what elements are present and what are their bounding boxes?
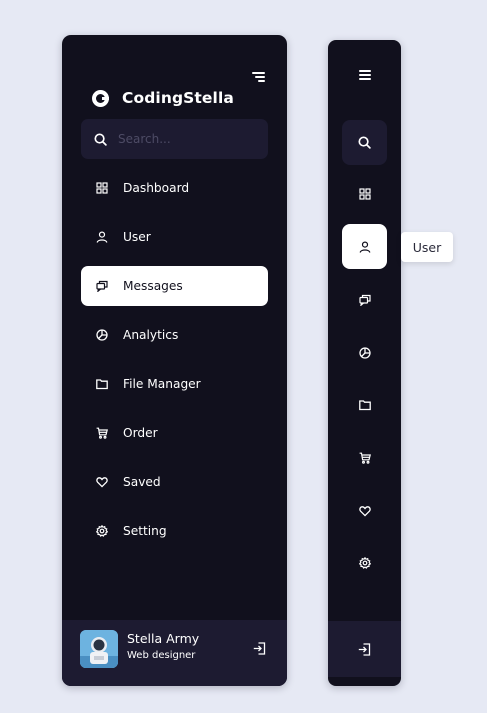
- collapsed-sidebar: [328, 40, 401, 686]
- nav-label-setting: Setting: [123, 524, 167, 538]
- heart-icon: [96, 476, 108, 488]
- logout-icon[interactable]: [358, 643, 371, 656]
- mini-item-saved[interactable]: [342, 488, 387, 533]
- folder-icon: [358, 399, 371, 411]
- mini-profile-section: [328, 621, 401, 677]
- chat-icon: [96, 280, 108, 292]
- nav-item-setting[interactable]: Setting: [81, 511, 268, 551]
- nav-item-dashboard[interactable]: Dashboard: [81, 168, 268, 208]
- nav-item-file-manager[interactable]: File Manager: [81, 364, 268, 404]
- nav-item-saved[interactable]: Saved: [81, 462, 268, 502]
- grid-icon: [358, 187, 371, 200]
- mini-item-user[interactable]: [342, 224, 387, 269]
- mini-item-dashboard[interactable]: [342, 171, 387, 216]
- heart-icon: [358, 505, 371, 517]
- search-icon: [94, 132, 107, 146]
- nav-label-dashboard: Dashboard: [123, 181, 190, 195]
- search-button[interactable]: [342, 120, 387, 165]
- nav-label-order: Order: [123, 426, 158, 440]
- cart-icon: [359, 452, 371, 464]
- search-box[interactable]: [81, 119, 268, 159]
- brand[interactable]: CodingStella: [92, 89, 234, 107]
- profile-name: Stella Army: [127, 631, 200, 646]
- grid-icon: [96, 182, 108, 194]
- logout-icon[interactable]: [253, 642, 266, 655]
- nav-item-messages[interactable]: Messages: [81, 266, 268, 306]
- codingstella-logo-icon: [92, 89, 109, 107]
- nav-item-order[interactable]: Order: [81, 413, 268, 453]
- mini-item-setting[interactable]: [342, 540, 387, 585]
- user-icon: [359, 240, 371, 253]
- nav-label-saved: Saved: [123, 475, 161, 489]
- cart-icon: [96, 427, 108, 439]
- profile-section: Stella Army Web designer: [62, 620, 287, 686]
- nav-label-file-manager: File Manager: [123, 377, 201, 391]
- gear-icon: [358, 556, 371, 569]
- menu-toggle-icon[interactable]: [359, 69, 371, 80]
- mini-item-file-manager[interactable]: [342, 382, 387, 427]
- nav-item-user[interactable]: User: [81, 217, 268, 257]
- search-input[interactable]: [118, 132, 248, 146]
- avatar[interactable]: [80, 630, 118, 668]
- nav-label-messages: Messages: [123, 279, 183, 293]
- pie-chart-icon: [96, 329, 108, 341]
- tooltip-user: User: [401, 232, 453, 262]
- nav-label-user: User: [123, 230, 151, 244]
- nav-label-analytics: Analytics: [123, 328, 179, 342]
- gear-icon: [96, 525, 108, 537]
- mini-item-messages[interactable]: [342, 277, 387, 322]
- search-icon: [358, 136, 371, 149]
- stage: CodingStella Dashboard User: [0, 0, 487, 713]
- nav-item-analytics[interactable]: Analytics: [81, 315, 268, 355]
- profile-role: Web designer: [127, 650, 196, 661]
- brand-name: CodingStella: [122, 89, 234, 107]
- mini-item-analytics[interactable]: [342, 330, 387, 375]
- user-icon: [96, 231, 108, 243]
- pie-chart-icon: [358, 346, 371, 359]
- chat-icon: [358, 294, 371, 306]
- folder-icon: [96, 378, 108, 390]
- mini-item-order[interactable]: [342, 435, 387, 480]
- menu-toggle-icon[interactable]: [252, 70, 265, 82]
- expanded-sidebar: CodingStella Dashboard User: [62, 35, 287, 686]
